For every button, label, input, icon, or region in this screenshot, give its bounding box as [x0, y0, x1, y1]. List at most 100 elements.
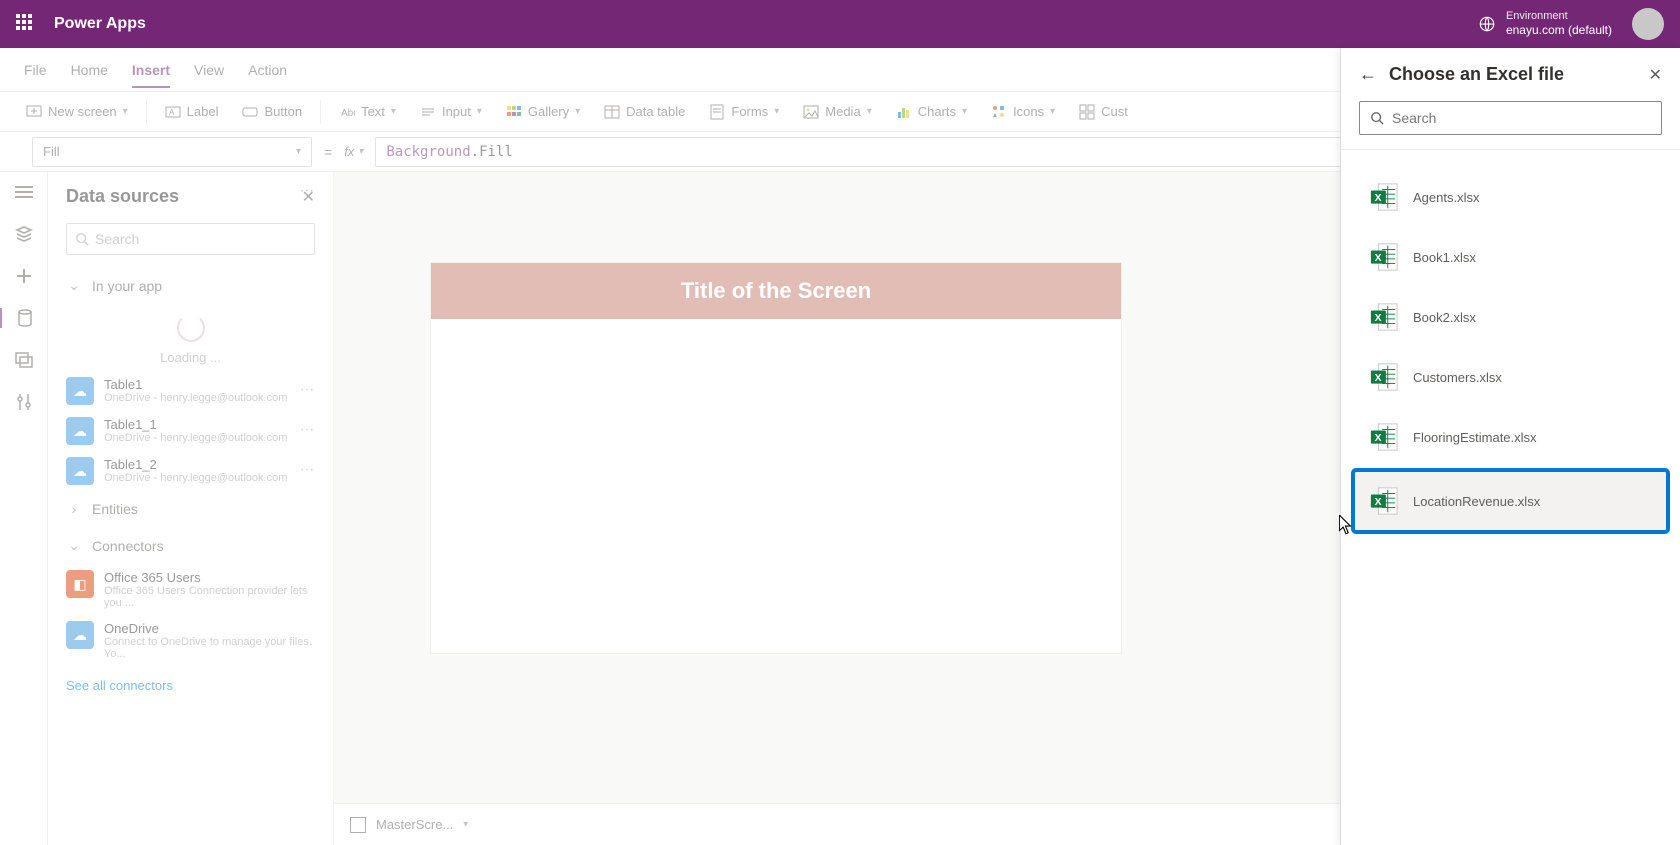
input-label: Input: [442, 104, 471, 119]
file-item[interactable]: X LocationRevenue.xlsx: [1355, 472, 1666, 530]
forms-dropdown[interactable]: Forms▾: [699, 98, 789, 126]
close-icon[interactable]: ✕: [1649, 65, 1662, 85]
media-panel-icon[interactable]: [14, 350, 34, 370]
data-table-button[interactable]: Data table: [594, 98, 695, 126]
choose-excel-panel: ← Choose an Excel file ✕ XAgents.xlsxXBo…: [1340, 48, 1680, 845]
custom-icon: [1079, 104, 1095, 120]
connector-o365[interactable]: ◧ Office 365 UsersOffice 365 Users Conne…: [48, 564, 333, 615]
table-sub: OneDrive - henry.legge@outlook.com: [104, 392, 287, 404]
file-item[interactable]: X Customers.xlsx: [1355, 348, 1666, 406]
layers-icon[interactable]: [14, 224, 34, 244]
svg-text:X: X: [1375, 253, 1382, 264]
data-table-icon: [604, 104, 620, 120]
custom-button[interactable]: Cust: [1069, 98, 1138, 126]
icons-icon: [991, 104, 1007, 120]
formula-token-fill: .Fill: [471, 144, 513, 160]
property-dropdown[interactable]: Fill ▾: [32, 137, 312, 167]
user-avatar[interactable]: [1632, 8, 1664, 40]
onedrive-icon: ☁: [66, 377, 94, 405]
file-name: Agents.xlsx: [1413, 190, 1479, 205]
file-name: LocationRevenue.xlsx: [1413, 494, 1540, 509]
icons-dropdown[interactable]: Icons▾: [981, 98, 1065, 126]
svg-text:X: X: [1375, 193, 1382, 204]
more-icon[interactable]: ⋯: [300, 381, 315, 398]
file-list: XAgents.xlsxXBook1.xlsxXBook2.xlsxXCusto…: [1341, 160, 1680, 542]
forms-label: Forms: [731, 104, 768, 119]
svg-text:X: X: [1375, 313, 1382, 324]
menu-insert[interactable]: Insert: [132, 52, 170, 88]
svg-text:X: X: [1375, 373, 1382, 384]
back-icon[interactable]: ←: [1359, 64, 1377, 85]
charts-dropdown[interactable]: Charts▾: [886, 98, 977, 126]
menu-view[interactable]: View: [194, 52, 224, 88]
canvas-screen[interactable]: Title of the Screen: [430, 262, 1122, 654]
menu-home[interactable]: Home: [71, 52, 108, 88]
file-name: Customers.xlsx: [1413, 370, 1502, 385]
loading-indicator: Loading ...: [48, 304, 333, 371]
fx-label[interactable]: fx▾: [344, 144, 363, 159]
media-dropdown[interactable]: Media▾: [793, 98, 881, 126]
media-icon: [803, 104, 819, 120]
more-icon[interactable]: ⋯: [300, 182, 315, 199]
more-icon[interactable]: ⋯: [300, 461, 315, 478]
spinner-icon: [177, 314, 205, 342]
app-name: Power Apps: [54, 15, 146, 33]
in-your-app-label: In your app: [92, 278, 162, 294]
data-sources-panel: Data sources ✕ Search ⌄In your app Loadi…: [48, 172, 334, 845]
section-entities[interactable]: ›Entities ⋯: [48, 491, 333, 527]
text-icon: Abc: [339, 104, 355, 120]
panel-title: Data sources: [66, 186, 179, 207]
data-table-label: Data table: [626, 104, 685, 119]
input-dropdown[interactable]: Input▾: [410, 98, 492, 126]
screen-title-bar: Title of the Screen: [431, 263, 1121, 319]
menu-action[interactable]: Action: [248, 52, 287, 88]
environment-selector[interactable]: Environment enayu.com (default): [1478, 10, 1612, 38]
environment-label: Environment: [1506, 10, 1612, 23]
connector-onedrive[interactable]: ☁ OneDriveConnect to OneDrive to manage …: [48, 615, 333, 666]
section-connectors[interactable]: ⌄Connectors: [48, 527, 333, 564]
forms-icon: [709, 104, 725, 120]
file-search-input[interactable]: [1392, 110, 1651, 126]
screen-name[interactable]: MasterScre...: [376, 817, 453, 832]
left-rail: [0, 172, 48, 845]
file-item[interactable]: X Agents.xlsx: [1355, 168, 1666, 226]
search-placeholder: Search: [95, 231, 139, 247]
tree-view-icon[interactable]: [14, 182, 34, 202]
table-sub: OneDrive - henry.legge@outlook.com: [104, 432, 287, 444]
app-launcher-icon[interactable]: [16, 14, 36, 34]
data-sources-search[interactable]: Search: [66, 223, 315, 255]
menu-file[interactable]: File: [24, 52, 47, 88]
table-item[interactable]: ☁ Table1_2OneDrive - henry.legge@outlook…: [48, 451, 333, 491]
svg-text:X: X: [1375, 497, 1382, 508]
file-item[interactable]: XBook2.xlsx: [1355, 288, 1666, 346]
button-button[interactable]: Button: [232, 98, 312, 126]
connectors-label: Connectors: [92, 538, 164, 554]
table-item[interactable]: ☁ Table1_1OneDrive - henry.legge@outlook…: [48, 411, 333, 451]
add-icon[interactable]: [14, 266, 34, 286]
gallery-dropdown[interactable]: Gallery▾: [496, 98, 590, 126]
table-item[interactable]: ☁ Table1OneDrive - henry.legge@outlook.c…: [48, 371, 333, 411]
search-icon: [75, 232, 89, 246]
advanced-tools-icon[interactable]: [14, 392, 34, 412]
section-in-your-app[interactable]: ⌄In your app: [48, 267, 333, 304]
right-panel-title: Choose an Excel file: [1389, 64, 1637, 85]
custom-label: Cust: [1101, 104, 1128, 119]
label-button[interactable]: A Label: [155, 98, 229, 126]
new-screen-icon: [26, 104, 42, 120]
button-label: Button: [264, 104, 302, 119]
screen-dropdown-icon[interactable]: ▾: [463, 819, 468, 830]
file-item[interactable]: X Book1.xlsx: [1355, 228, 1666, 286]
text-dropdown[interactable]: Abc Text▾: [329, 98, 406, 126]
new-screen-button[interactable]: New screen▾: [16, 98, 138, 126]
onedrive-icon: ☁: [66, 621, 94, 649]
file-name: Book1.xlsx: [1413, 250, 1476, 265]
file-item[interactable]: XFlooringEstimate.xlsx: [1355, 408, 1666, 466]
formula-token-bg: Background: [386, 144, 470, 160]
property-value: Fill: [43, 144, 60, 159]
see-all-connectors-link[interactable]: See all connectors: [48, 666, 333, 705]
screen-checkbox[interactable]: [350, 817, 366, 833]
file-search[interactable]: [1359, 101, 1662, 135]
more-icon[interactable]: ⋯: [300, 421, 315, 438]
text-label: Text: [361, 104, 385, 119]
data-sources-icon[interactable]: [0, 308, 48, 328]
